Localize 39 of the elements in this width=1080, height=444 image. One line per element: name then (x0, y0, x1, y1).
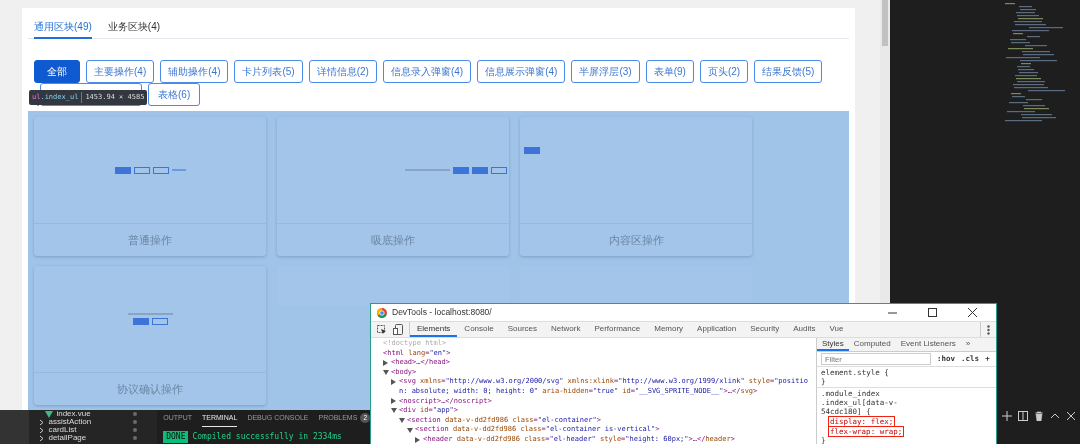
filter-button[interactable]: 表单(9) (645, 60, 694, 83)
devtools-tab[interactable]: Audits (786, 322, 823, 337)
devtools-tab[interactable]: Elements (410, 322, 458, 337)
filter-button[interactable]: 表格(6) (148, 83, 201, 106)
card-title: 吸底操作 (371, 232, 415, 248)
devtools-tab[interactable]: Vue (822, 322, 851, 337)
devtools-tab[interactable]: Performance (587, 322, 648, 337)
styles-tab[interactable]: » (960, 338, 976, 351)
card-title: 内容区操作 (608, 232, 664, 248)
explorer-item[interactable]: assistAction (39, 418, 158, 426)
filter-button[interactable]: 卡片列表(5) (234, 60, 303, 83)
filter-button[interactable]: 页头(2) (699, 60, 749, 83)
card-title: 协议确认操作 (117, 381, 183, 397)
filter-button[interactable]: 信息展示弹窗(4) (477, 60, 566, 83)
devtools-tab[interactable]: Security (743, 322, 787, 337)
terminal-output: Compiled successfully in 2334ms (192, 430, 342, 443)
window-title: DevTools - localhost:8080/ (392, 306, 493, 319)
filter-button[interactable]: 辅助操作(4) (160, 60, 229, 83)
styles-tab[interactable]: Computed (848, 338, 896, 351)
explorer-item[interactable]: cardList (39, 426, 158, 434)
filter-button[interactable]: 结果反馈(5) (754, 60, 823, 83)
styles-tab[interactable]: Event Listeners (895, 338, 961, 351)
devtools-tab[interactable]: Console (457, 322, 501, 337)
filter-button[interactable]: 全部 (34, 60, 80, 83)
card-title: 普通操作 (128, 232, 172, 248)
tab[interactable]: 通用区块(49) (34, 17, 92, 39)
filter-button[interactable]: 半屏浮层(3) (571, 60, 640, 83)
filter-button[interactable]: 主要操作(4) (86, 60, 155, 83)
devtools-tab[interactable]: Network (544, 322, 588, 337)
filter-button[interactable]: 信息录入弹窗(4) (382, 60, 472, 83)
devtools-tab[interactable]: Memory (647, 322, 691, 337)
status-badge: DONE (163, 430, 189, 443)
styles-tab[interactable]: Styles (817, 338, 849, 351)
devtools-tab[interactable]: Sources (500, 322, 545, 337)
filter-button[interactable]: 详情信息(2) (308, 60, 377, 83)
explorer-item[interactable]: detailPage (39, 434, 158, 442)
explorer-item[interactable]: index.vue (39, 410, 158, 418)
devtools-tab[interactable]: Application (690, 322, 744, 337)
tab[interactable]: 业务区块(4) (107, 17, 161, 39)
